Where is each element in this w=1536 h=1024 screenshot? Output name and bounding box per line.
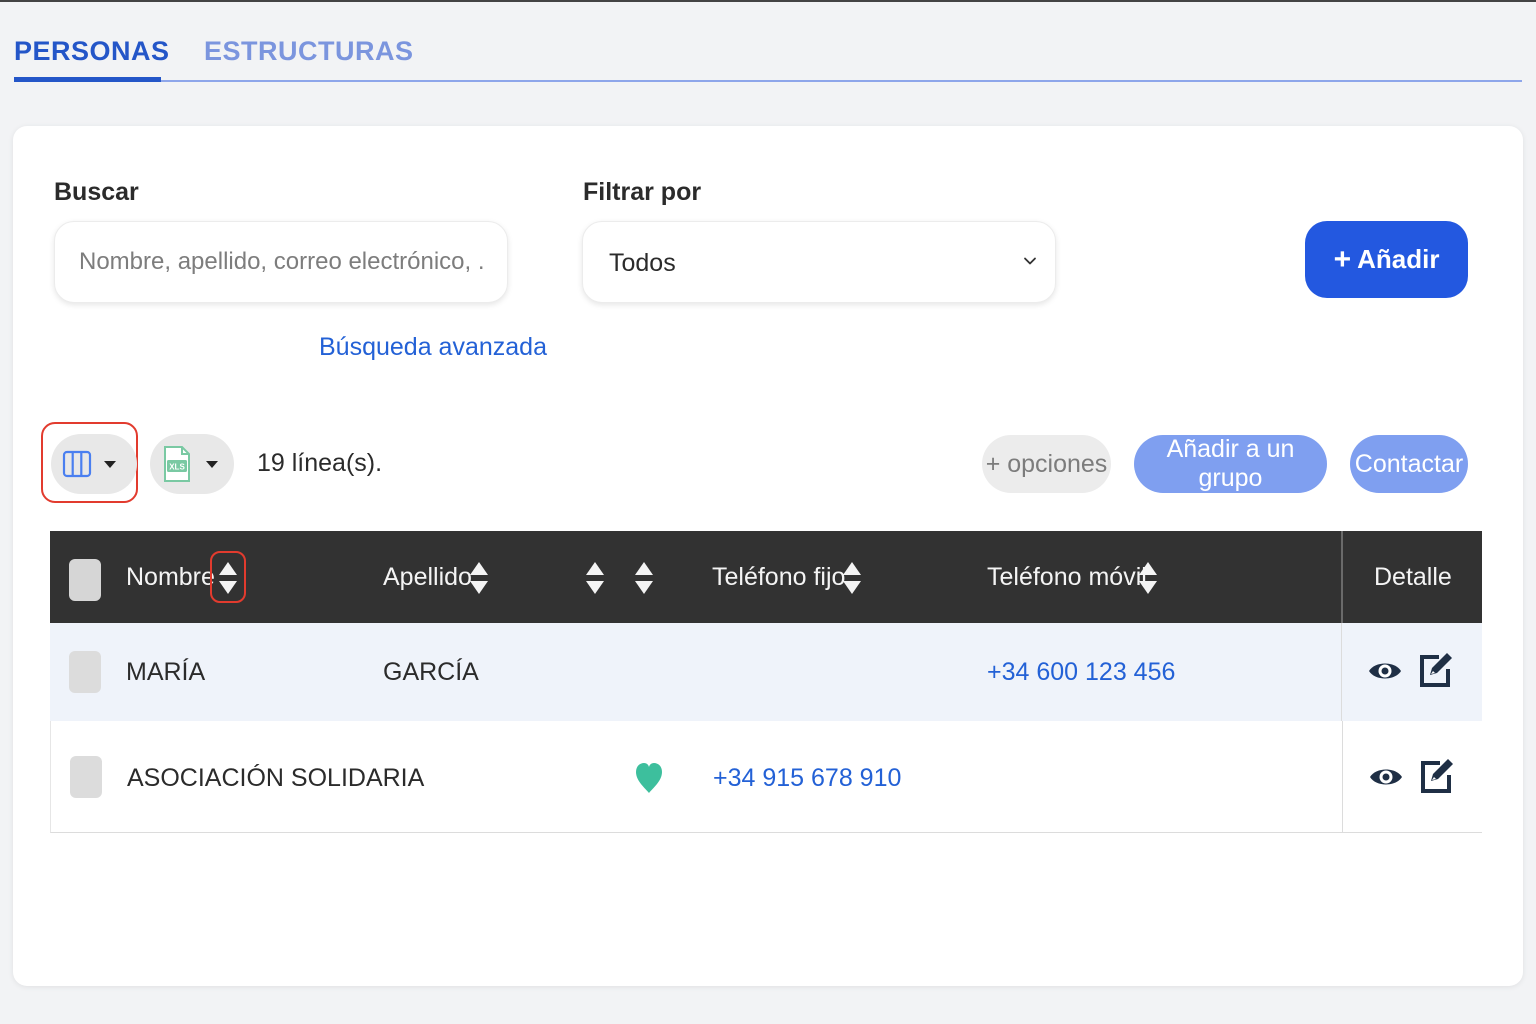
highlight-outline	[210, 551, 246, 603]
column-divider	[1341, 623, 1342, 721]
add-to-group-button[interactable]: Añadir a un grupo	[1134, 435, 1327, 493]
window-top-border	[0, 0, 1536, 2]
header-detalle: Detalle	[1374, 563, 1452, 591]
advanced-search-link[interactable]: Búsqueda avanzada	[319, 333, 547, 362]
sort-icon[interactable]	[633, 559, 655, 597]
columns-dropdown-button[interactable]	[51, 434, 137, 494]
table-header: Nombre Apellido Teléfono fijo Teléfono m…	[50, 531, 1482, 623]
column-divider	[1341, 531, 1343, 623]
row-checkbox[interactable]	[70, 756, 102, 798]
tab-active-indicator	[14, 77, 161, 82]
table-row: MARÍA GARCÍA +34 600 123 456	[50, 623, 1482, 721]
column-divider	[1342, 721, 1343, 832]
cell-apellido: GARCÍA	[383, 658, 479, 686]
filter-select[interactable]: Todos	[582, 221, 1056, 303]
header-nombre[interactable]: Nombre	[126, 563, 215, 592]
cell-telefono-fijo[interactable]: +34 915 678 910	[713, 764, 901, 793]
chevron-down-icon	[1024, 257, 1036, 265]
cell-nombre: ASOCIACIÓN SOLIDARIA	[127, 764, 425, 792]
table-row: ASOCIACIÓN SOLIDARIA +34 915 678 910	[50, 721, 1482, 833]
eye-icon[interactable]	[1367, 657, 1403, 685]
search-input[interactable]	[54, 221, 508, 303]
caret-down-icon	[206, 460, 218, 468]
tab-bar: PERSONAS ESTRUCTURAS	[14, 30, 1522, 82]
more-options-button[interactable]: + opciones	[982, 435, 1111, 493]
filter-selected-value: Todos	[609, 249, 676, 277]
sort-icon[interactable]	[1137, 559, 1159, 597]
header-apellido[interactable]: Apellido	[383, 563, 472, 592]
header-telefono-movil[interactable]: Teléfono móvil	[987, 563, 1147, 592]
favorite-heart-icon	[636, 763, 662, 793]
sort-icon[interactable]	[468, 559, 490, 597]
filter-label: Filtrar por	[583, 178, 702, 206]
export-xls-dropdown-button[interactable]: XLS	[150, 434, 234, 494]
edit-icon[interactable]	[1418, 755, 1454, 795]
cell-nombre: MARÍA	[126, 658, 206, 686]
search-label: Buscar	[54, 178, 139, 206]
cell-telefono-movil[interactable]: +34 600 123 456	[987, 658, 1175, 687]
row-checkbox[interactable]	[69, 651, 101, 693]
add-button[interactable]: + Añadir	[1305, 221, 1468, 298]
tab-estructuras[interactable]: ESTRUCTURAS	[204, 36, 414, 67]
row-count: 19 línea(s).	[257, 449, 383, 477]
caret-down-icon	[104, 460, 116, 468]
header-telefono-fijo[interactable]: Teléfono fijo	[712, 563, 845, 592]
sort-icon[interactable]	[584, 559, 606, 597]
select-all-checkbox[interactable]	[69, 559, 101, 601]
edit-icon[interactable]	[1417, 649, 1453, 689]
xls-file-icon: XLS	[164, 446, 190, 482]
tab-personas[interactable]: PERSONAS	[14, 36, 170, 67]
plus-icon: +	[1333, 242, 1352, 276]
sort-icon[interactable]	[841, 559, 863, 597]
columns-icon	[62, 450, 92, 478]
add-button-label: Añadir	[1357, 244, 1440, 274]
svg-text:XLS: XLS	[169, 463, 185, 472]
contact-button[interactable]: Contactar	[1350, 435, 1468, 493]
eye-icon[interactable]	[1368, 763, 1404, 791]
tab-bar-underline	[14, 80, 1522, 82]
